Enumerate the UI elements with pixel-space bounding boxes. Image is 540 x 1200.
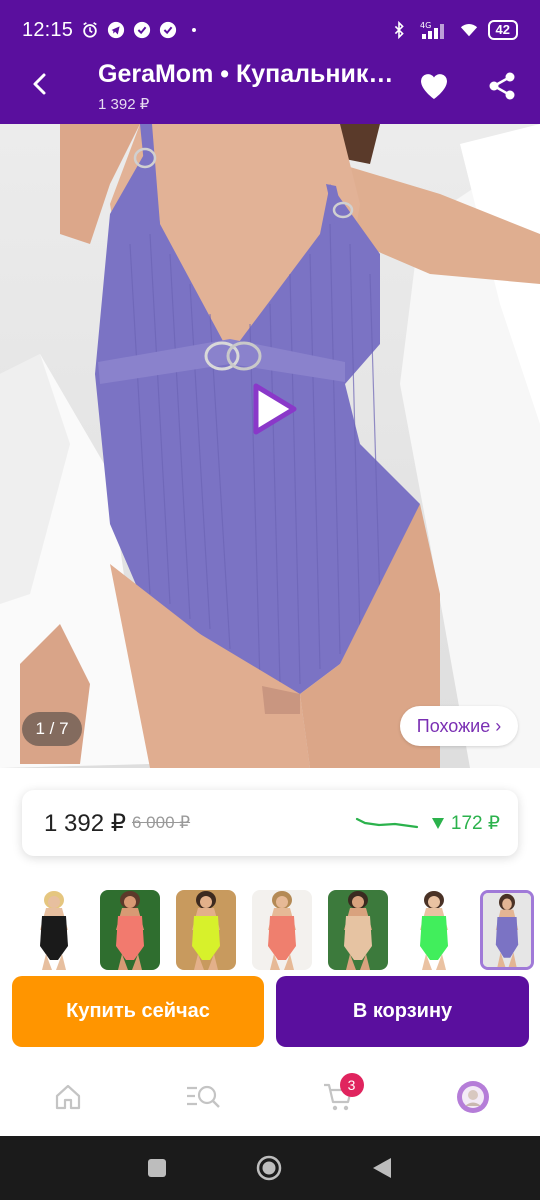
thumbnail-image [100, 890, 160, 970]
alarm-icon [83, 22, 97, 38]
system-navigation-bar [0, 1136, 540, 1200]
buy-now-button[interactable]: Купить сейчас [12, 976, 264, 1047]
add-to-cart-button[interactable]: В корзину [276, 976, 529, 1047]
status-system-icons: 4G 42 [390, 20, 518, 40]
color-variant-thumbnail[interactable] [24, 890, 84, 970]
dot-icon [192, 28, 197, 32]
color-variant-thumbnail[interactable] [404, 890, 464, 970]
avatar [456, 1081, 489, 1113]
share-button[interactable] [482, 66, 522, 106]
price-history-sparkline-icon [355, 817, 419, 829]
status-notification-icons [81, 21, 203, 39]
heart-icon [421, 74, 447, 99]
arrow-left-icon [33, 73, 46, 95]
battery-indicator: 42 [487, 20, 518, 40]
color-variant-thumbnail[interactable] [328, 890, 388, 970]
color-variant-thumbnail[interactable] [252, 890, 312, 970]
screen: 12:15 4G 42 GeraMom • Купальник слитный … [0, 0, 540, 1200]
color-variant-thumbnail[interactable] [480, 890, 534, 970]
image-counter: 1 / 7 [22, 712, 82, 746]
current-price: 1 392 ₽ [44, 809, 126, 837]
app-bar-titles: GeraMom • Купальник слитный 1 392 ₽ [98, 60, 398, 113]
video-play-icon[interactable] [246, 382, 300, 436]
telegram-icon [107, 21, 125, 39]
back-button[interactable] [20, 64, 60, 104]
old-price: 6 000 ₽ [132, 813, 191, 832]
favorite-button[interactable] [414, 66, 454, 106]
page-subtitle-price: 1 392 ₽ [98, 96, 150, 113]
price-drop-amount: 172 ₽ [450, 812, 500, 834]
cell-signal-icon: 4G [420, 21, 444, 39]
bluetooth-icon [394, 21, 404, 39]
nav-home[interactable] [38, 1067, 98, 1127]
wifi-icon [460, 24, 477, 37]
color-variants [24, 890, 540, 972]
nav-profile[interactable] [443, 1067, 503, 1127]
recent-apps-icon[interactable] [147, 1158, 167, 1178]
home-icon [55, 1084, 80, 1110]
app-bar: GeraMom • Купальник слитный 1 392 ₽ [0, 44, 540, 124]
cart-count-badge: 3 [339, 1073, 364, 1097]
product-image-gallery[interactable]: 1 / 7 Похожие › [0, 124, 540, 768]
catalog-search-icon [186, 1085, 220, 1108]
nav-cart[interactable]: 3 [308, 1067, 368, 1127]
price-drop: 172 ₽ [431, 812, 500, 835]
check-circle-icon-2 [159, 21, 177, 39]
color-variant-thumbnail[interactable] [100, 890, 160, 970]
share-icon [489, 72, 515, 100]
product-photo [0, 124, 540, 768]
price-trend: 172 ₽ [355, 812, 500, 835]
back-triangle-icon[interactable] [371, 1156, 393, 1180]
svg-text:4G: 4G [420, 21, 431, 30]
status-time: 12:15 [22, 18, 74, 41]
price-card[interactable]: 1 392 ₽ 6 000 ₽ 172 ₽ [22, 790, 518, 856]
nav-catalog-search[interactable] [173, 1067, 233, 1127]
thumbnail-image [328, 890, 388, 970]
thumbnail-image [252, 890, 312, 970]
check-circle-icon [133, 21, 151, 39]
page-title: GeraMom • Купальник слитный [98, 60, 398, 88]
thumbnail-image [483, 893, 531, 967]
similar-products-button[interactable]: Похожие › [400, 706, 518, 746]
triangle-down-icon [431, 818, 444, 829]
color-variant-thumbnail[interactable] [176, 890, 236, 970]
thumbnail-image [404, 890, 464, 970]
thumbnail-image [176, 890, 236, 970]
thumbnail-image [24, 890, 84, 970]
bottom-navigation: 3 [0, 1058, 540, 1136]
avatar-image-icon [461, 1086, 484, 1108]
home-circle-icon[interactable] [255, 1154, 283, 1182]
